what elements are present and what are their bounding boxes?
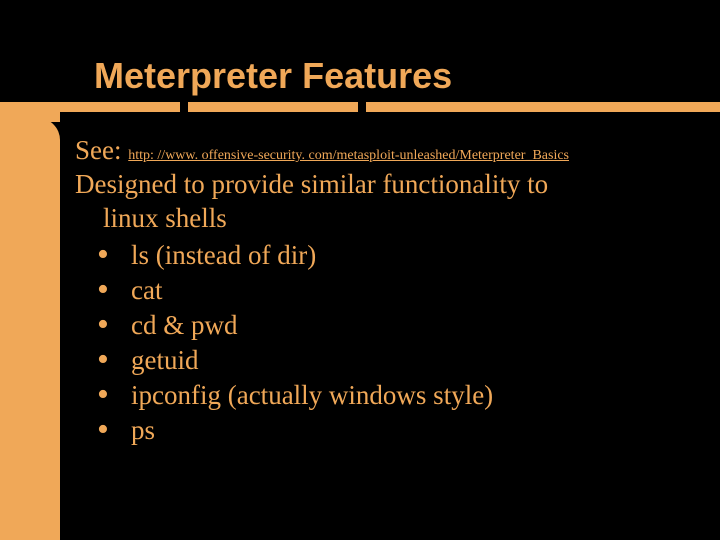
list-item: getuid [75,343,680,378]
list-item: ps [75,413,680,448]
reference-link[interactable]: http: //www. offensive-security. com/met… [128,148,569,163]
decor-gap [180,102,188,112]
slide-title: Meterpreter Features [94,55,452,97]
description-line2: linux shells [75,202,680,236]
bullet-list: ls (instead of dir) cat cd & pwd getuid … [75,238,680,449]
list-item: ipconfig (actually windows style) [75,378,680,413]
see-label: See: [75,135,122,165]
decor-side-bar [0,118,60,540]
see-line: See: http: //www. offensive-security. co… [75,135,680,166]
description-line1: Designed to provide similar functionalit… [75,168,680,202]
list-item: cat [75,273,680,308]
slide-content: See: http: //www. offensive-security. co… [75,135,680,448]
list-item: ls (instead of dir) [75,238,680,273]
decor-gap [358,102,366,112]
list-item: cd & pwd [75,308,680,343]
